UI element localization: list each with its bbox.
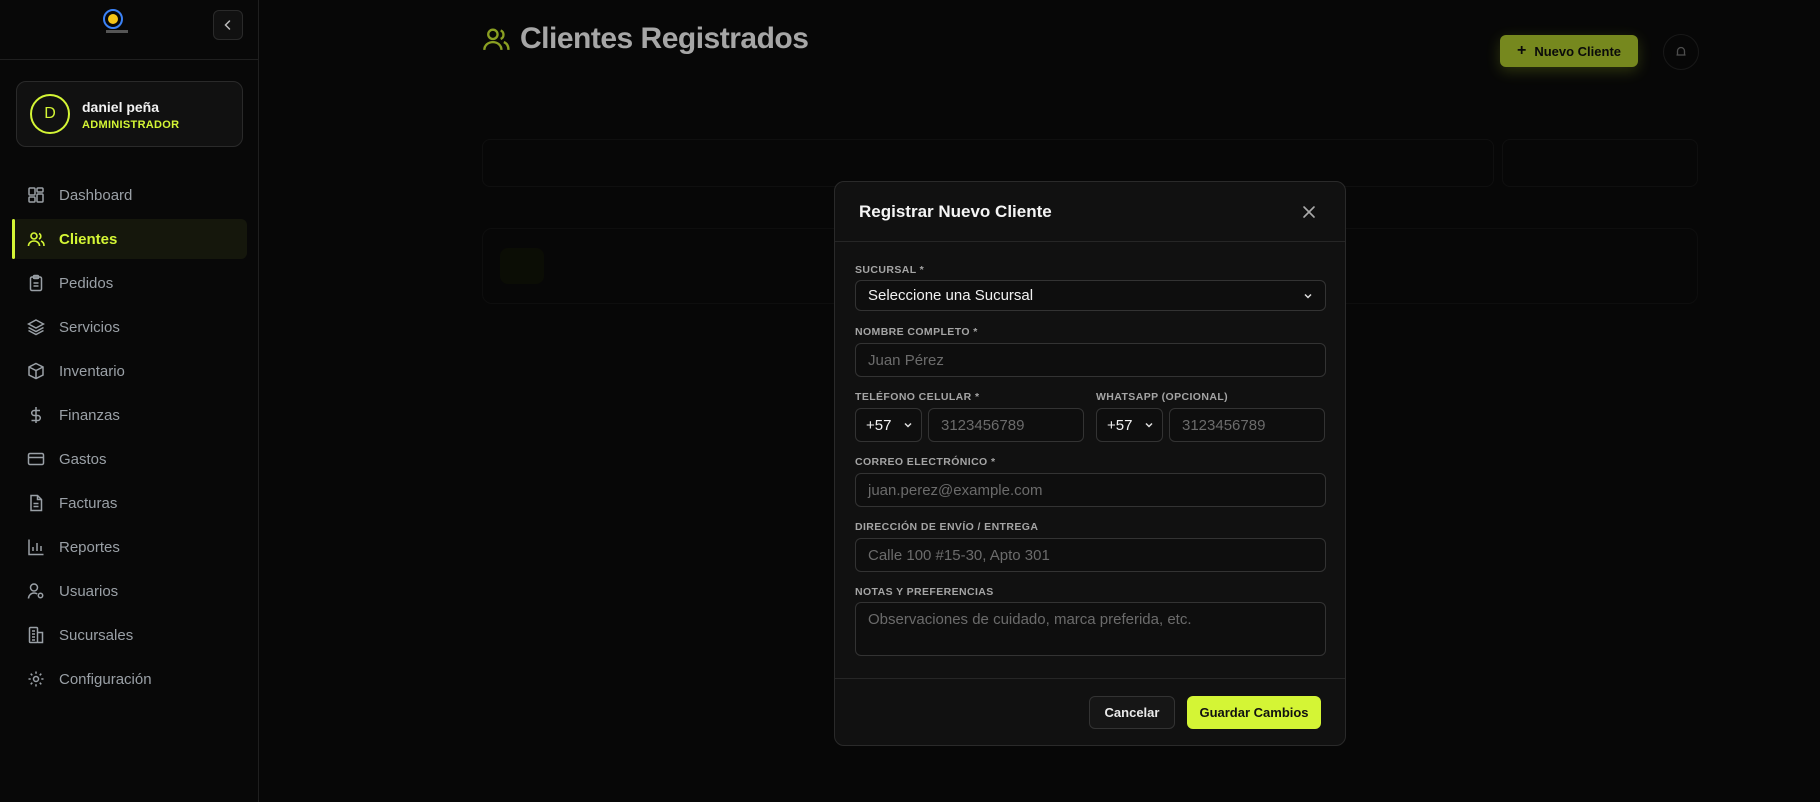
cancel-button[interactable]: Cancelar <box>1089 696 1175 729</box>
sidebar-item-label: Clientes <box>59 230 118 248</box>
sidebar-item-label: Usuarios <box>59 582 119 600</box>
whatsapp-input[interactable]: 3123456789 <box>1169 408 1325 442</box>
sidebar-item-label: Servicios <box>59 318 120 336</box>
sidebar-item-label: Inventario <box>59 362 125 380</box>
phone-input[interactable]: 3123456789 <box>928 408 1084 442</box>
sidebar-item-facturas[interactable]: Facturas <box>12 483 247 523</box>
card-icon <box>27 452 45 466</box>
gear-icon <box>28 671 44 687</box>
layers-icon <box>27 319 45 336</box>
notes-textarea[interactable]: Observaciones de cuidado, marca preferid… <box>855 602 1326 656</box>
dollar-icon <box>30 407 42 423</box>
phone-label: TELÉFONO CELULAR * <box>855 391 980 403</box>
branch-select[interactable]: Seleccione una Sucursal <box>855 280 1326 311</box>
sidebar-item-label: Sucursales <box>59 626 134 644</box>
building-icon <box>28 626 44 644</box>
notes-placeholder: Observaciones de cuidado, marca preferid… <box>868 611 1192 628</box>
close-modal-button[interactable] <box>1299 202 1319 222</box>
sidebar-item-label: Gastos <box>59 450 107 468</box>
sidebar-item-label: Pedidos <box>59 274 114 292</box>
sidebar-item-configuracion[interactable]: Configuración <box>12 659 247 699</box>
email-input[interactable]: juan.perez@example.com <box>855 473 1326 507</box>
app-logo <box>103 9 128 33</box>
box-icon <box>28 362 44 380</box>
file-icon <box>30 494 43 512</box>
sidebar-item-inventario[interactable]: Inventario <box>12 351 247 391</box>
sidebar-item-label: Dashboard <box>59 186 133 204</box>
sidebar-item-finanzas[interactable]: Finanzas <box>12 395 247 435</box>
user-gear-icon <box>27 583 44 599</box>
chevron-down-icon <box>904 422 912 428</box>
whatsapp-label: WHATSAPP (OPCIONAL) <box>1096 391 1229 403</box>
email-label: CORREO ELECTRÓNICO * <box>855 456 996 468</box>
sidebar-item-sucursales[interactable]: Sucursales <box>12 615 247 655</box>
user-card[interactable]: D daniel peña ADMINISTRADOR <box>16 81 243 147</box>
sidebar-item-dashboard[interactable]: Dashboard <box>12 175 247 215</box>
whatsapp-placeholder: 3123456789 <box>1182 416 1266 434</box>
close-icon <box>1303 206 1315 218</box>
name-label: NOMBRE COMPLETO * <box>855 326 978 338</box>
user-name: daniel peña <box>82 99 160 115</box>
notes-label: NOTAS Y PREFERENCIAS <box>855 586 994 598</box>
address-input[interactable]: Calle 100 #15-30, Apto 301 <box>855 538 1326 572</box>
full-name-placeholder: Juan Pérez <box>868 351 944 369</box>
chevron-down-icon <box>1304 293 1312 299</box>
dashboard-icon <box>28 187 44 203</box>
clipboard-icon <box>29 274 43 292</box>
phone-placeholder: 3123456789 <box>941 416 1025 434</box>
collapse-sidebar-button[interactable] <box>213 10 243 40</box>
whatsapp-code-value: +57 <box>1107 416 1133 434</box>
address-label: DIRECCIÓN DE ENVÍO / ENTREGA <box>855 521 1039 533</box>
sidebar-item-gastos[interactable]: Gastos <box>12 439 247 479</box>
full-name-input[interactable]: Juan Pérez <box>855 343 1326 377</box>
whatsapp-country-code-select[interactable]: +57 <box>1096 408 1163 442</box>
user-role: ADMINISTRADOR <box>82 119 180 131</box>
sidebar-item-label: Configuración <box>59 670 152 688</box>
sidebar-item-pedidos[interactable]: Pedidos <box>12 263 247 303</box>
sidebar-item-usuarios[interactable]: Usuarios <box>12 571 247 611</box>
branch-select-value: Seleccione una Sucursal <box>868 287 1034 304</box>
phone-country-code-select[interactable]: +57 <box>855 408 922 442</box>
sidebar-item-servicios[interactable]: Servicios <box>12 307 247 347</box>
chevron-left-icon <box>224 20 231 30</box>
sidebar-item-clientes[interactable]: Clientes <box>12 219 247 259</box>
sidebar-header <box>0 0 258 60</box>
users-icon <box>27 232 45 247</box>
modal-footer: Cancelar Guardar Cambios <box>835 678 1345 745</box>
avatar: D <box>30 94 70 134</box>
sidebar-item-label: Finanzas <box>59 406 120 424</box>
email-placeholder: juan.perez@example.com <box>868 481 1043 499</box>
sidebar-nav: Dashboard Clientes Pedidos Servicios Inv… <box>12 175 247 703</box>
register-client-modal: Registrar Nuevo Cliente SUCURSAL * Selec… <box>834 181 1346 746</box>
address-placeholder: Calle 100 #15-30, Apto 301 <box>868 546 1050 564</box>
bar-chart-icon <box>28 539 44 556</box>
sidebar: D daniel peña ADMINISTRADOR Dashboard Cl… <box>0 0 259 802</box>
modal-title: Registrar Nuevo Cliente <box>859 202 1052 221</box>
branch-label: SUCURSAL * <box>855 264 925 276</box>
modal-header: Registrar Nuevo Cliente <box>835 182 1345 242</box>
chevron-down-icon <box>1145 422 1153 428</box>
phone-code-value: +57 <box>866 416 892 434</box>
sidebar-item-label: Facturas <box>59 494 118 512</box>
sidebar-item-label: Reportes <box>59 538 120 556</box>
save-button[interactable]: Guardar Cambios <box>1187 696 1321 729</box>
sidebar-item-reportes[interactable]: Reportes <box>12 527 247 567</box>
